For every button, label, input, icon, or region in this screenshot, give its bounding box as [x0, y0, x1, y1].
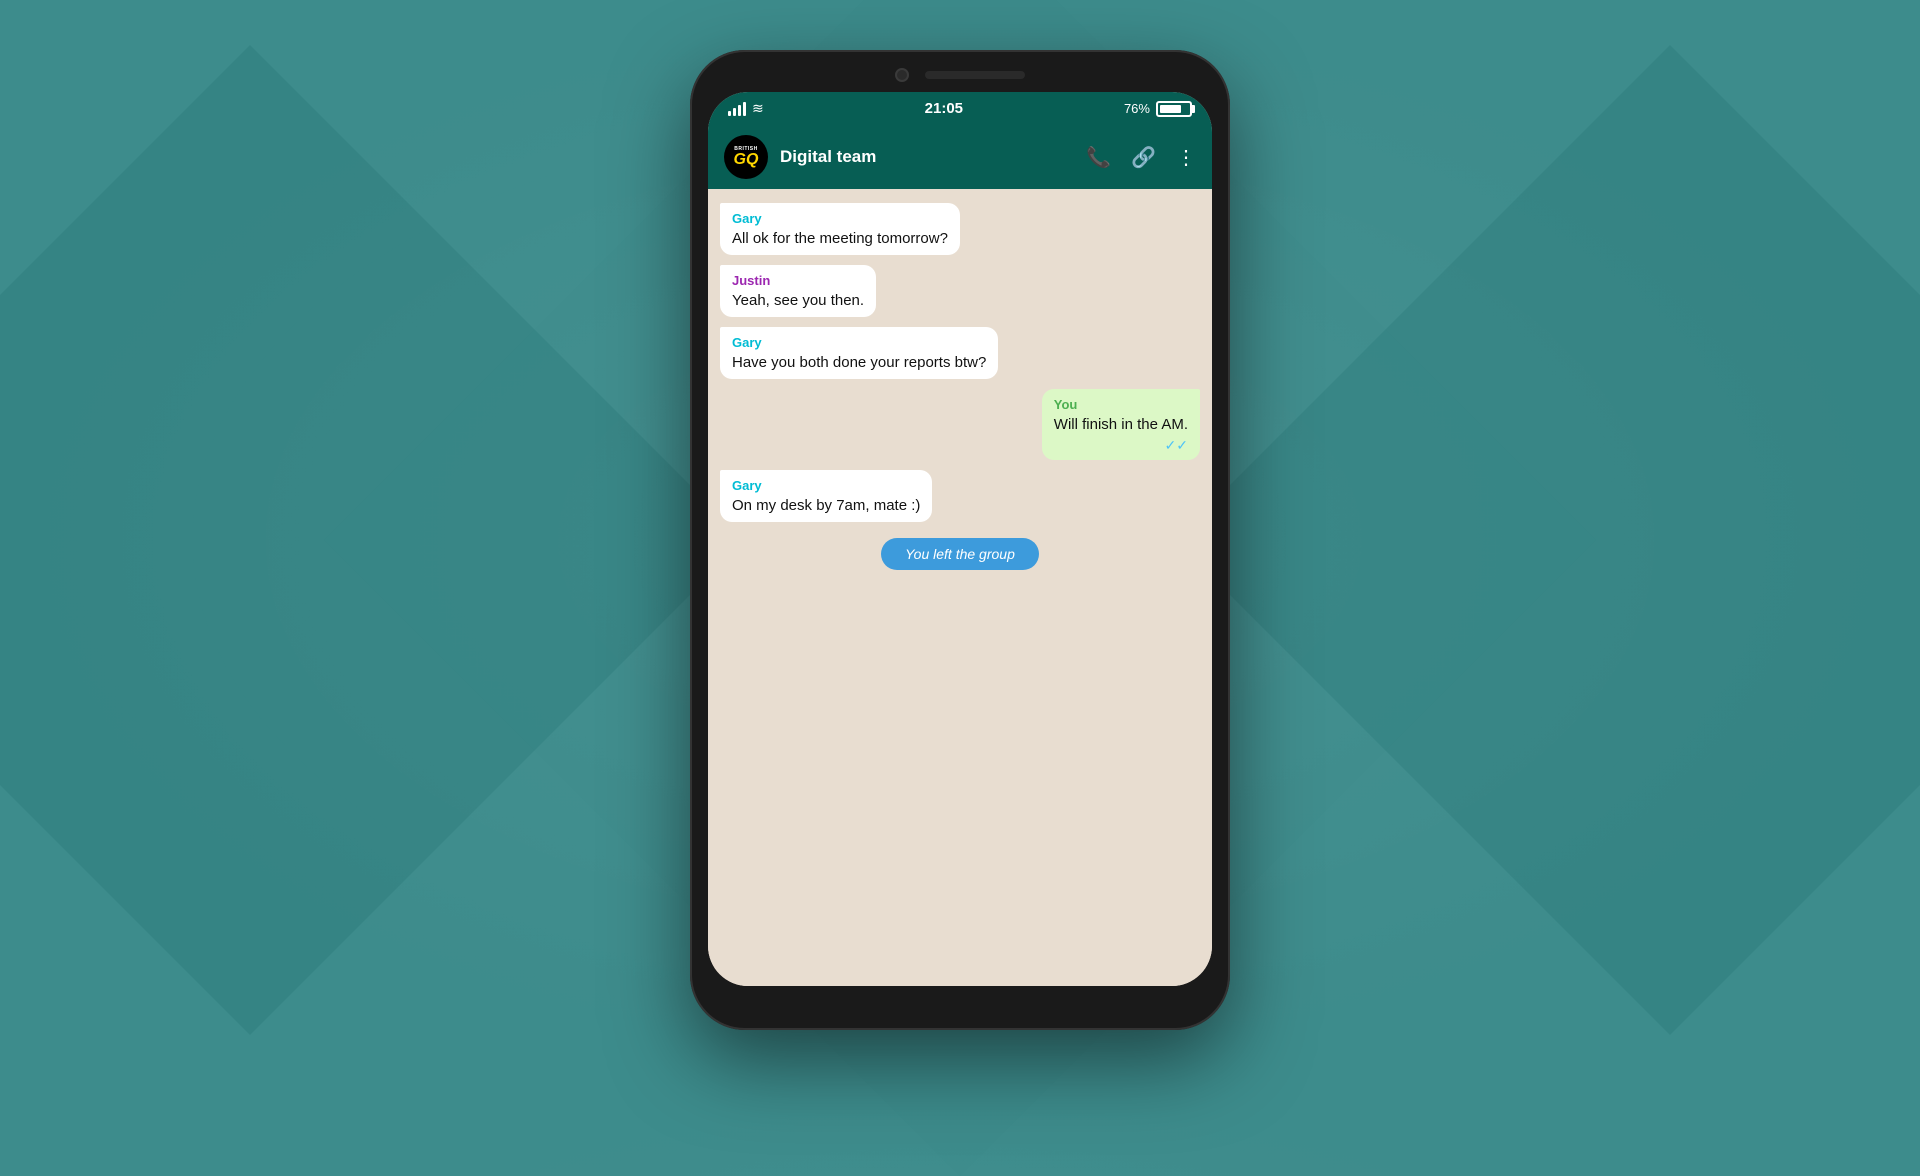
status-left: ≋ [728, 100, 764, 117]
speaker [925, 71, 1025, 79]
message-text: Yeah, see you then. [732, 290, 864, 311]
phone-bottom [708, 956, 1212, 986]
message-sender: Gary [732, 335, 986, 350]
message-row: Gary Have you both done your reports btw… [720, 327, 1200, 379]
message-meta: ✓✓ [1054, 437, 1188, 454]
message-text: Will finish in the AM. [1054, 414, 1188, 435]
signal-bar-3 [738, 105, 741, 116]
message-bubble: You Will finish in the AM. ✓✓ [1042, 389, 1200, 460]
battery-fill [1160, 105, 1181, 113]
status-right: 76% [1124, 101, 1192, 117]
system-message-row: You left the group [720, 538, 1200, 570]
message-text: All ok for the meeting tomorrow? [732, 228, 948, 249]
message-row: Gary All ok for the meeting tomorrow? [720, 203, 1200, 255]
gq-main-text: GQ [734, 152, 759, 168]
chat-title: Digital team [780, 147, 1074, 167]
system-message-bubble: You left the group [881, 538, 1039, 570]
video-call-icon[interactable]: 🔗 [1131, 145, 1156, 170]
message-bubble: Gary All ok for the meeting tomorrow? [720, 203, 960, 255]
message-sender: Justin [732, 273, 864, 288]
camera [895, 68, 909, 82]
phone-shell: ≋ 21:05 76% BRITISH GQ Digital team 📞 [690, 50, 1230, 1030]
message-bubble: Gary On my desk by 7am, mate :) [720, 470, 932, 522]
phone-call-icon[interactable]: 📞 [1086, 145, 1111, 170]
message-row: You Will finish in the AM. ✓✓ [720, 389, 1200, 460]
message-sender: Gary [732, 478, 920, 493]
signal-bar-4 [743, 102, 746, 116]
signal-bars [728, 102, 746, 116]
battery-percent: 76% [1124, 101, 1150, 116]
chat-header[interactable]: BRITISH GQ Digital team 📞 🔗 ⋮ [708, 125, 1212, 189]
message-bubble: Gary Have you both done your reports btw… [720, 327, 998, 379]
system-message-text: You left the group [905, 546, 1015, 562]
message-row: Justin Yeah, see you then. [720, 265, 1200, 317]
group-avatar: BRITISH GQ [724, 135, 768, 179]
signal-bar-1 [728, 111, 731, 116]
wifi-icon: ≋ [752, 100, 764, 117]
status-bar: ≋ 21:05 76% [708, 92, 1212, 125]
message-sender: You [1054, 397, 1188, 412]
phone-screen: ≋ 21:05 76% BRITISH GQ Digital team 📞 [708, 92, 1212, 986]
header-icons: 📞 🔗 ⋮ [1086, 145, 1196, 170]
message-bubble: Justin Yeah, see you then. [720, 265, 876, 317]
message-row: Gary On my desk by 7am, mate :) [720, 470, 1200, 522]
message-text: Have you both done your reports btw? [732, 352, 986, 373]
signal-bar-2 [733, 108, 736, 116]
chat-area: Gary All ok for the meeting tomorrow? Ju… [708, 189, 1212, 956]
more-options-icon[interactable]: ⋮ [1176, 145, 1196, 170]
read-receipt-icon: ✓✓ [1165, 437, 1188, 454]
message-text: On my desk by 7am, mate :) [732, 495, 920, 516]
status-time: 21:05 [925, 100, 963, 117]
phone-top-bar [708, 68, 1212, 82]
gq-logo: BRITISH GQ [734, 147, 759, 168]
battery-icon [1156, 101, 1192, 117]
message-sender: Gary [732, 211, 948, 226]
